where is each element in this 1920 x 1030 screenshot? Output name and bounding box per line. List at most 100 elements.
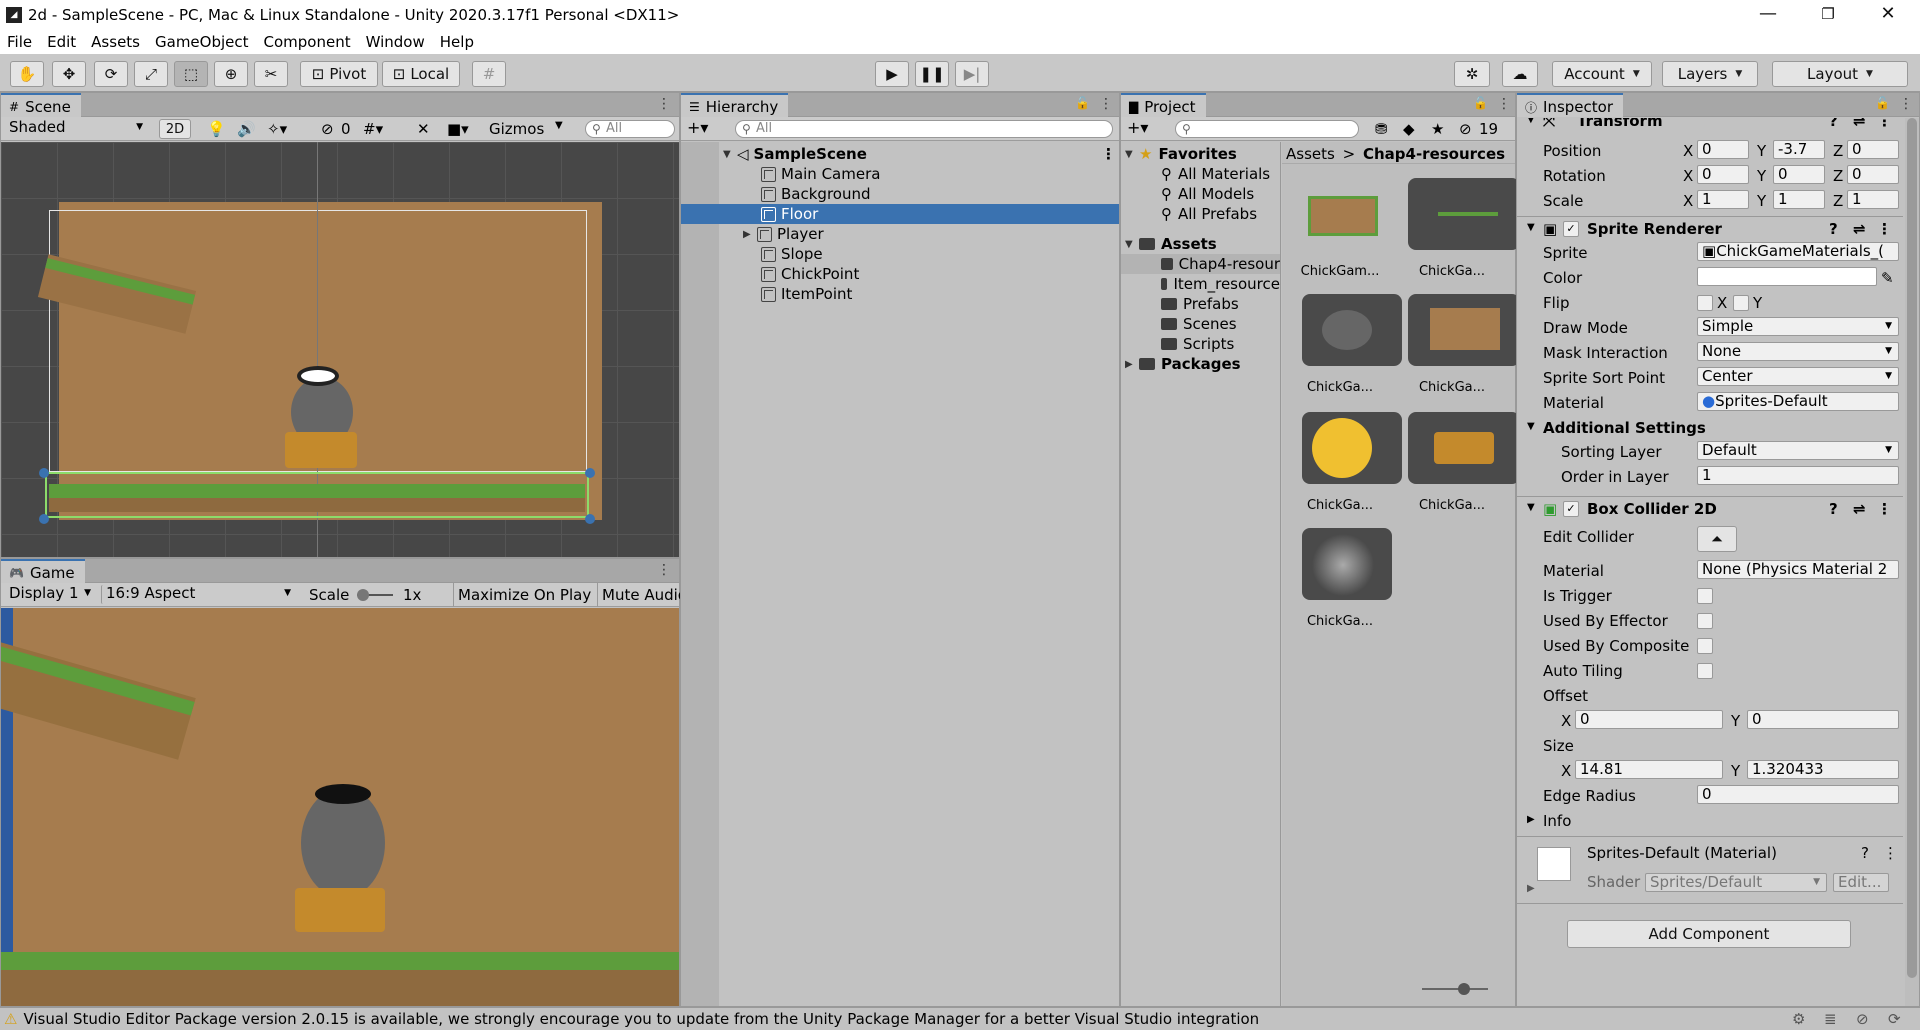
- create-add-icon[interactable]: +▾: [687, 118, 708, 137]
- tab-project[interactable]: ▇ Project: [1121, 93, 1206, 117]
- list-item[interactable]: ⚲ All Prefabs: [1121, 204, 1280, 224]
- floor-selection[interactable]: [45, 472, 589, 518]
- inspector-scrollbar[interactable]: [1905, 118, 1919, 1006]
- local-toggle[interactable]: ⊡ Local: [382, 61, 460, 87]
- more-icon[interactable]: ⋮: [1877, 118, 1892, 130]
- play-button[interactable]: ▶: [875, 61, 909, 87]
- sprite-renderer-header[interactable]: ▼ ▣ ✓ Sprite Renderer ? ⇌ ⋮: [1517, 216, 1903, 240]
- order-in-layer-field[interactable]: 1: [1697, 466, 1899, 485]
- flip-y-checkbox[interactable]: [1733, 295, 1749, 311]
- list-item[interactable]: ⚲ All Models: [1121, 184, 1280, 204]
- position-x-field[interactable]: 0: [1697, 140, 1749, 159]
- flip-x-checkbox[interactable]: [1697, 295, 1713, 311]
- transform-tool-icon[interactable]: ⊕: [214, 61, 248, 87]
- scale-slider[interactable]: [357, 589, 393, 601]
- tab-scene[interactable]: # Scene: [1, 93, 81, 117]
- mute-toggle[interactable]: Mute Audio: [597, 583, 681, 607]
- scale-z-field[interactable]: 1: [1847, 190, 1899, 209]
- scene-root-row[interactable]: ▼ ◁ SampleScene ⋮: [681, 144, 1119, 164]
- sorting-layer-dropdown[interactable]: Default: [1697, 441, 1899, 460]
- handle-bottom-right[interactable]: [585, 514, 595, 524]
- 2d-toggle[interactable]: 2D: [159, 119, 191, 139]
- handle-top-left[interactable]: [39, 468, 49, 478]
- size-x-field[interactable]: 14.81: [1575, 760, 1723, 779]
- scene-more-icon[interactable]: ⋮: [1101, 145, 1116, 163]
- size-y-field[interactable]: 1.320433: [1747, 760, 1899, 779]
- help-icon[interactable]: ?: [1829, 118, 1838, 130]
- hidden-icon[interactable]: ⊘: [1856, 1010, 1869, 1028]
- list-item[interactable]: Scenes: [1121, 314, 1280, 334]
- step-button[interactable]: ▶|: [955, 61, 989, 87]
- material-field[interactable]: ●Sprites-Default: [1697, 392, 1899, 411]
- list-item[interactable]: ItemPoint: [681, 284, 1119, 304]
- collapse-arrow-icon[interactable]: ▼: [1125, 149, 1139, 160]
- collapse-arrow-icon[interactable]: ▼: [1527, 502, 1535, 513]
- collapse-arrow-icon[interactable]: ▼: [1527, 222, 1535, 233]
- collapse-arrow-icon[interactable]: ▼: [1125, 239, 1139, 250]
- collapse-arrow-icon[interactable]: ▼: [1527, 118, 1535, 125]
- pivot-toggle[interactable]: ⊡ Pivot: [300, 61, 378, 87]
- aspect-dropdown[interactable]: 16:9 Aspect: [101, 585, 297, 604]
- offset-y-field[interactable]: 0: [1747, 710, 1899, 729]
- menu-window[interactable]: Window: [359, 33, 433, 51]
- minimize-button[interactable]: —: [1740, 0, 1796, 30]
- box-collider-enabled-checkbox[interactable]: ✓: [1563, 501, 1579, 517]
- asset-thumbnail[interactable]: [1302, 528, 1392, 600]
- lock-icon[interactable]: 🔓: [1075, 96, 1090, 110]
- box-collider-header[interactable]: ▼ ▣ ✓ Box Collider 2D ? ⇌ ⋮: [1517, 496, 1903, 520]
- list-item[interactable]: Prefabs: [1121, 294, 1280, 314]
- sprite-renderer-enabled-checkbox[interactable]: ✓: [1563, 221, 1579, 237]
- edit-collider-button[interactable]: ⏶: [1697, 526, 1737, 552]
- position-y-field[interactable]: -3.7: [1773, 140, 1825, 159]
- menu-help[interactable]: Help: [433, 33, 482, 51]
- scene-search-input[interactable]: All: [585, 120, 675, 138]
- gizmos-arrow-icon[interactable]: ▼: [555, 120, 563, 131]
- breadcrumb-assets[interactable]: Assets: [1286, 145, 1335, 163]
- audio-icon[interactable]: 🔊: [237, 120, 256, 138]
- tab-game[interactable]: 🎮 Game: [1, 559, 85, 583]
- transform-header[interactable]: ▼ ⤧ Transform ? ⇌ ⋮: [1517, 118, 1903, 134]
- rect-tool-icon[interactable]: ⬚: [174, 61, 208, 87]
- more-icon[interactable]: ⋮: [657, 562, 671, 578]
- more-icon[interactable]: ⋮: [1877, 500, 1892, 518]
- layout-dropdown[interactable]: Layout: [1772, 61, 1908, 87]
- favorite-star-icon[interactable]: ★: [1431, 120, 1444, 138]
- handle-bottom-left[interactable]: [39, 514, 49, 524]
- favorites-header[interactable]: ▼ ★ Favorites: [1121, 144, 1280, 164]
- used-by-composite-checkbox[interactable]: [1697, 638, 1713, 654]
- more-icon[interactable]: ⋮: [1099, 96, 1113, 112]
- list-item[interactable]: Item_resource: [1121, 274, 1280, 294]
- progress-icon[interactable]: ≣: [1824, 1010, 1837, 1028]
- additional-settings-header[interactable]: ▼ Additional Settings: [1517, 417, 1903, 439]
- auto-generate-icon[interactable]: ⟳: [1888, 1010, 1901, 1028]
- lighting-icon[interactable]: 💡: [207, 120, 226, 138]
- sprite-field[interactable]: ▣ChickGameMaterials_(: [1697, 242, 1899, 261]
- lock-icon[interactable]: 🔓: [1875, 96, 1890, 110]
- lock-icon[interactable]: 🔓: [1473, 96, 1488, 110]
- draw-mode-dropdown[interactable]: Simple: [1697, 317, 1899, 336]
- collab-icon[interactable]: ✲: [1454, 61, 1490, 87]
- list-item[interactable]: Floor: [681, 204, 1119, 224]
- shader-dropdown[interactable]: Sprites/Default: [1645, 873, 1827, 892]
- shader-edit-button[interactable]: Edit...: [1833, 873, 1889, 892]
- scale-x-field[interactable]: 1: [1697, 190, 1749, 209]
- restore-button[interactable]: ❐: [1800, 0, 1856, 30]
- add-component-button[interactable]: Add Component: [1567, 920, 1851, 948]
- asset-thumbnail[interactable]: [1408, 412, 1520, 484]
- pause-button[interactable]: ❚❚: [915, 61, 949, 87]
- list-item[interactable]: ChickPoint: [681, 264, 1119, 284]
- more-icon[interactable]: ⋮: [1899, 96, 1913, 112]
- status-message[interactable]: Visual Studio Editor Package version 2.0…: [23, 1010, 1259, 1028]
- scale-y-field[interactable]: 1: [1773, 190, 1825, 209]
- gizmos-dropdown[interactable]: Gizmos: [489, 120, 544, 138]
- asset-thumbnail[interactable]: [1302, 412, 1402, 484]
- asset-thumbnail[interactable]: [1408, 178, 1520, 250]
- hidden-packages-icon[interactable]: ⊘: [1459, 120, 1472, 138]
- expand-arrow-icon[interactable]: ▶: [1527, 814, 1535, 825]
- help-icon[interactable]: ?: [1829, 500, 1838, 518]
- help-icon[interactable]: ?: [1861, 844, 1869, 862]
- grid-icon[interactable]: #▾: [363, 120, 383, 138]
- list-item[interactable]: Slope: [681, 244, 1119, 264]
- tools-icon[interactable]: ✕: [417, 120, 430, 138]
- handle-top-right[interactable]: [585, 468, 595, 478]
